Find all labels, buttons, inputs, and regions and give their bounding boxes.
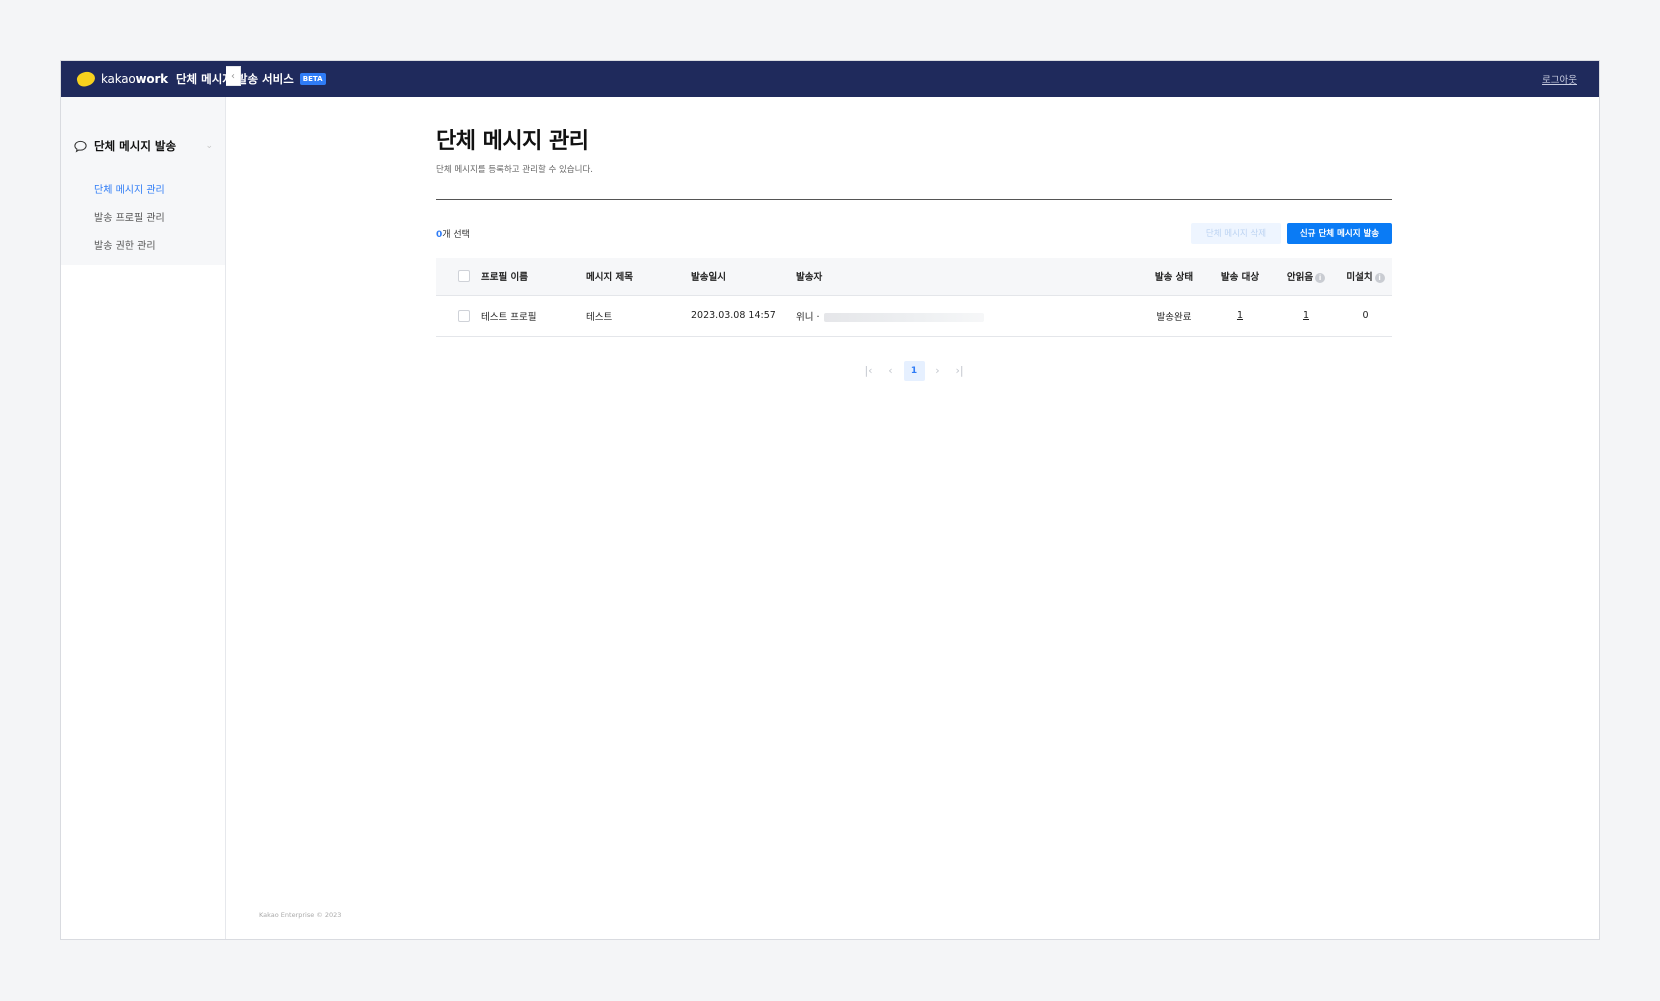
table-row[interactable]: 테스트 프로필 테스트 2023.03.08 14:57 위니 · 발송완료 1… bbox=[436, 295, 1392, 337]
cell-not-installed: 0 bbox=[1339, 295, 1392, 337]
column-header-not-installed: 미설치 i bbox=[1339, 258, 1392, 296]
top-navigation-bar: kakaowork 단체 메시지 발송 서비스 BETA 로그아웃 bbox=[61, 61, 1599, 97]
column-header-subject: 메시지 제목 bbox=[586, 258, 691, 296]
info-icon[interactable]: i bbox=[1374, 272, 1385, 283]
app-window: kakaowork 단체 메시지 발송 서비스 BETA 로그아웃 단체 메시지… bbox=[60, 60, 1600, 940]
sidebar-menu: 단체 메시지 발송 ⌄ 단체 메시지 관리 발송 프로필 관리 발송 권한 관리 bbox=[61, 97, 225, 265]
first-page-icon[interactable]: |‹ bbox=[860, 361, 878, 381]
column-header-sender: 발송자 bbox=[796, 258, 1141, 296]
chevron-left-icon: ‹ bbox=[231, 70, 235, 82]
prev-page-icon[interactable]: ‹ bbox=[882, 361, 900, 381]
redacted-sender-info bbox=[823, 312, 984, 322]
last-page-icon[interactable]: ›| bbox=[951, 361, 969, 381]
main-content: 단체 메시지 관리 단체 메시지를 등록하고 관리할 수 있습니다. 0개 선택… bbox=[436, 97, 1392, 381]
info-icon[interactable]: i bbox=[1315, 272, 1326, 283]
sidebar-collapse-button[interactable]: ‹ bbox=[226, 66, 241, 86]
menu-group-label: 단체 메시지 발송 bbox=[94, 139, 177, 153]
table-header-row: 프로필 이름 메시지 제목 발송일시 발송자 발송 상태 발송 대상 안읽음 i … bbox=[436, 258, 1392, 296]
column-header-status: 발송 상태 bbox=[1141, 258, 1207, 296]
cell-sent-at: 2023.03.08 14:57 bbox=[691, 295, 796, 337]
sidebar-item-message-management[interactable]: 단체 메시지 관리 bbox=[61, 177, 225, 205]
table-toolbar: 0개 선택 단체 메시지 삭제 신규 단체 메시지 발송 bbox=[436, 222, 1392, 244]
column-header-sent-at: 발송일시 bbox=[691, 258, 796, 296]
delete-message-button[interactable]: 단체 메시지 삭제 bbox=[1191, 222, 1281, 244]
next-page-icon[interactable]: › bbox=[929, 361, 947, 381]
menu-group-bulk-message[interactable]: 단체 메시지 발송 ⌄ bbox=[61, 137, 225, 155]
cell-targets[interactable]: 1 bbox=[1207, 295, 1273, 337]
page-description: 단체 메시지를 등록하고 관리할 수 있습니다. bbox=[436, 165, 593, 175]
logout-link[interactable]: 로그아웃 bbox=[1542, 72, 1577, 86]
pagination: |‹ ‹ 1 › ›| bbox=[436, 360, 1392, 381]
page-number[interactable]: 1 bbox=[903, 360, 925, 381]
selection-count: 0개 선택 bbox=[436, 229, 470, 240]
page-title: 단체 메시지 관리 bbox=[436, 129, 589, 154]
cell-profile: 테스트 프로필 bbox=[481, 295, 586, 337]
cell-unread[interactable]: 1 bbox=[1273, 295, 1339, 337]
sidebar-item-profile-management[interactable]: 발송 프로필 관리 bbox=[61, 205, 225, 233]
chat-bubble-icon bbox=[74, 140, 87, 152]
column-header-targets: 발송 대상 bbox=[1207, 258, 1273, 296]
new-message-button[interactable]: 신규 단체 메시지 발송 bbox=[1287, 222, 1392, 244]
footer-copyright: Kakao Enterprise © 2023 bbox=[259, 911, 342, 919]
column-header-unread: 안읽음 i bbox=[1273, 258, 1339, 296]
row-checkbox[interactable] bbox=[458, 309, 470, 322]
sidebar-item-permission-management[interactable]: 발송 권한 관리 bbox=[61, 233, 225, 261]
title-divider bbox=[436, 199, 1392, 200]
message-table: 프로필 이름 메시지 제목 발송일시 발송자 발송 상태 발송 대상 안읽음 i … bbox=[436, 258, 1392, 337]
beta-badge: BETA bbox=[299, 73, 326, 85]
select-all-checkbox[interactable] bbox=[458, 270, 470, 283]
submenu: 단체 메시지 관리 발송 프로필 관리 발송 권한 관리 bbox=[61, 177, 225, 261]
column-header-profile: 프로필 이름 bbox=[481, 258, 586, 296]
kakaowork-logo-icon bbox=[75, 69, 97, 89]
cell-status: 발송완료 bbox=[1141, 295, 1207, 337]
cell-subject: 테스트 bbox=[586, 295, 691, 337]
sidebar: 단체 메시지 발송 ⌄ 단체 메시지 관리 발송 프로필 관리 발송 권한 관리 bbox=[61, 97, 226, 939]
chevron-down-icon: ⌄ bbox=[205, 141, 213, 151]
cell-sender: 위니 · bbox=[796, 295, 1141, 337]
brand-wordmark: kakaowork bbox=[101, 72, 168, 86]
